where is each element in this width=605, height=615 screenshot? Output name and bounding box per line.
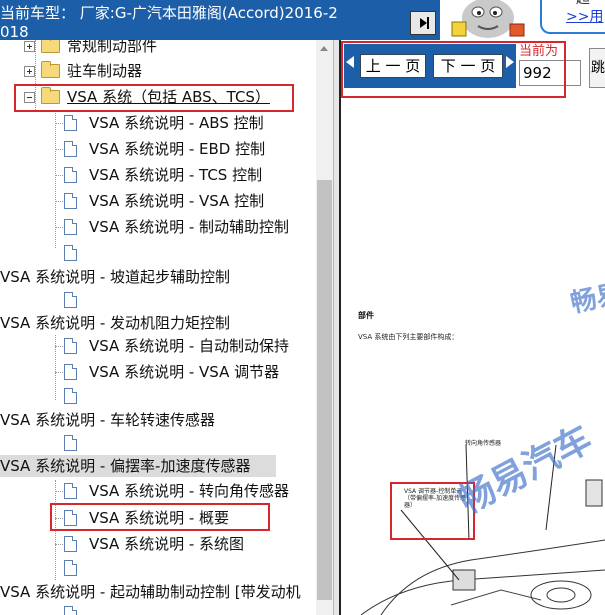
callout-steering-sensor: 转向角传感器 [465, 440, 502, 447]
tree-item-vsa-control[interactable]: VSA 系统说明 - VSA 控制 [0, 190, 316, 212]
tree-item-label: 常规制动部件 [67, 40, 158, 55]
tree-item-steering-angle[interactable]: VSA 系统说明 - 转向角传感器 [0, 480, 316, 502]
document-icon [64, 388, 77, 404]
document-icon [64, 292, 77, 308]
promo-link[interactable]: >>用 [566, 6, 603, 26]
document-icon [64, 193, 77, 209]
tree-item-label: 驻车制动器 [67, 62, 143, 80]
document-icon [64, 606, 77, 615]
scroll-up-arrow-icon[interactable] [316, 40, 333, 57]
tree-item-label: VSA 系统说明 - 制动辅助控制 [89, 218, 290, 236]
current-model-title: 当前车型： 厂家:G-广汽本田雅阁(Accord)2016-2018 [0, 4, 338, 41]
tree-item-label: VSA 系统说明 - 发动机阻力矩控制 [0, 314, 231, 332]
tree-item-label: VSA 系统说明 - 系统图 [89, 535, 245, 553]
tree-item-label: VSA 系统说明 - 偏摆率-加速度传感器 [0, 457, 251, 475]
document-icon [64, 483, 77, 499]
expand-icon[interactable] [24, 41, 35, 52]
document-icon [64, 167, 77, 183]
tree-item-engine-drag[interactable]: VSA 系统说明 - 发动机阻力矩控制 [0, 312, 316, 334]
highlight-box-vsa-folder [14, 84, 294, 112]
header: 当前车型： 厂家:G-广汽本田雅阁(Accord)2016-2018 超 >>用 [0, 0, 605, 41]
tree-item-label: VSA 系统说明 - 车轮转速传感器 [0, 411, 216, 429]
tree-item-label: VSA 系统说明 - ABS 控制 [89, 114, 264, 132]
tree-item-wheel-speed[interactable]: VSA 系统说明 - 车轮转速传感器 [0, 409, 316, 431]
document-icon [64, 435, 77, 451]
tree-item-tcs-control[interactable]: VSA 系统说明 - TCS 控制 [0, 164, 316, 186]
mascot-icon [451, 0, 525, 38]
highlight-box-nav [341, 41, 566, 98]
tree-item-abs-control[interactable]: VSA 系统说明 - ABS 控制 [0, 112, 316, 134]
header-bar: 当前车型： 厂家:G-广汽本田雅阁(Accord)2016-2018 [0, 0, 440, 41]
tree-item-hill-start[interactable]: VSA 系统说明 - 坡道起步辅助控制 [0, 266, 316, 288]
tree-item-ebd-control[interactable]: VSA 系统说明 - EBD 控制 [0, 138, 316, 160]
tree-item-regular-brake[interactable]: 常规制动部件 [0, 40, 316, 57]
go-button[interactable]: 跳 [589, 48, 605, 88]
tree-item-start-assist[interactable]: VSA 系统说明 - 起动辅助制动控制 [带发动机 [0, 581, 316, 603]
section-title: 部件 [358, 311, 374, 320]
play-pause-icon[interactable] [410, 11, 436, 35]
tree-item-yaw-rate[interactable]: VSA 系统说明 - 偏摆率-加速度传感器 [0, 455, 276, 477]
highlight-box-overview [50, 503, 270, 531]
tree-item-hill-start-icon-row[interactable] [0, 242, 316, 264]
tree-item-vsa-modulator[interactable]: VSA 系统说明 - VSA 调节器 [0, 361, 316, 383]
tree-item-brake-assist[interactable]: VSA 系统说明 - 制动辅助控制 [0, 216, 316, 238]
document-icon [64, 536, 77, 552]
tree-item-yaw-rate-icon-row[interactable] [0, 432, 316, 454]
document-icon [64, 364, 77, 380]
tree-item-wheel-speed-icon-row[interactable] [0, 385, 316, 407]
app-window: 当前车型： 厂家:G-广汽本田雅阁(Accord)2016-2018 超 >>用 [0, 0, 605, 615]
document-icon [64, 141, 77, 157]
tree-item-auto-brake-hold[interactable]: VSA 系统说明 - 自动制动保持 [0, 335, 316, 357]
tree-item-label: VSA 系统说明 - EBD 控制 [89, 140, 266, 158]
folder-icon [41, 61, 60, 78]
promo-banner[interactable]: 超 >>用 [540, 0, 605, 34]
document-icon [64, 115, 77, 131]
document-icon [64, 245, 77, 261]
tree-item-parking-brake[interactable]: 驻车制动器 [0, 60, 316, 82]
document-icon [64, 219, 77, 235]
tree-item-next-icon-row[interactable] [0, 603, 316, 615]
tree-item-label: VSA 系统说明 - VSA 调节器 [89, 363, 280, 381]
section-description: VSA 系统由下列主要部件构成： [358, 333, 459, 341]
tree-item-label: VSA 系统说明 - 转向角传感器 [89, 482, 290, 500]
tree-item-label: VSA 系统说明 - VSA 控制 [89, 192, 265, 210]
tree-item-label: VSA 系统说明 - TCS 控制 [89, 166, 263, 184]
catalog-tree: 常规制动部件 驻车制动器 VSA 系统（包括 ABS、TCS） VSA 系统说明… [0, 40, 316, 615]
tree-item-label: VSA 系统说明 - 自动制动保持 [89, 337, 290, 355]
scroll-thumb[interactable] [317, 180, 332, 600]
tree-item-engine-drag-icon-row[interactable] [0, 289, 316, 311]
document-icon [64, 560, 77, 576]
tree-scrollbar[interactable] [316, 40, 333, 615]
folder-icon [41, 40, 60, 53]
document-icon [64, 338, 77, 354]
tree-item-start-assist-icon-row[interactable] [0, 557, 316, 579]
tree-item-system-diagram[interactable]: VSA 系统说明 - 系统图 [0, 533, 316, 555]
expand-icon[interactable] [24, 66, 35, 77]
tree-item-label: VSA 系统说明 - 坡道起步辅助控制 [0, 268, 231, 286]
tree-item-label: VSA 系统说明 - 起动辅助制动控制 [带发动机 [0, 583, 301, 601]
